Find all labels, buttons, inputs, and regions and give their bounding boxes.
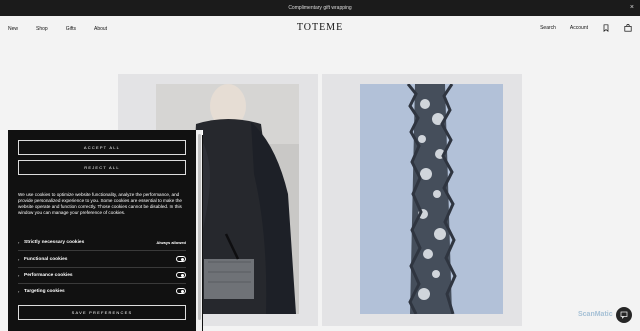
scrollbar-thumb[interactable] — [197, 134, 201, 320]
category-label: Targeting cookies — [24, 288, 65, 294]
category-targeting[interactable]: › Targeting cookies — [18, 285, 186, 297]
bag-icon[interactable] — [624, 24, 632, 32]
bookmark-icon[interactable] — [602, 24, 610, 32]
toggle-knob — [180, 289, 185, 294]
announcement-bar: Complimentary gift wrapping × — [0, 0, 640, 16]
site-header: New Shop Gifts About TOTEME Search Accou… — [0, 16, 640, 42]
chat-icon — [620, 311, 628, 319]
snowy-forest-image — [360, 84, 503, 314]
toggle-knob — [180, 257, 185, 262]
divider — [18, 283, 186, 284]
save-preferences-button[interactable]: SAVE PREFERENCES — [18, 305, 186, 320]
category-label: Functional cookies — [24, 256, 68, 262]
search-link[interactable]: Search — [540, 25, 556, 31]
category-label: Strictly necessary cookies — [24, 239, 85, 245]
always-allowed-label: Always allowed — [156, 239, 186, 245]
performance-toggle[interactable] — [176, 272, 186, 278]
utility-nav: Search Account — [540, 24, 632, 32]
category-strictly-necessary[interactable]: › Strictly necessary cookies Always allo… — [18, 236, 186, 248]
chat-help-button[interactable] — [616, 307, 632, 323]
cookie-description: We use cookies to optimize website funct… — [18, 192, 182, 215]
cookie-scrollbar[interactable] — [196, 130, 202, 331]
hero-panel-right[interactable] — [322, 74, 522, 326]
category-functional[interactable]: › Functional cookies — [18, 253, 186, 265]
divider — [18, 267, 186, 268]
account-link[interactable]: Account — [570, 25, 588, 31]
announcement-close-icon[interactable]: × — [630, 3, 634, 13]
reject-all-button[interactable]: REJECT ALL — [18, 160, 186, 175]
watermark-text: ScanMatic — [578, 311, 613, 318]
announcement-text[interactable]: Complimentary gift wrapping — [288, 5, 351, 11]
divider — [18, 250, 186, 251]
category-label: Performance cookies — [24, 272, 73, 278]
cookie-preferences-dialog: ✕ ACCEPT ALL REJECT ALL We use cookies t… — [8, 130, 203, 331]
accept-all-button[interactable]: ACCEPT ALL — [18, 140, 186, 155]
targeting-toggle[interactable] — [176, 288, 186, 294]
functional-toggle[interactable] — [176, 256, 186, 262]
toggle-knob — [180, 273, 185, 278]
category-performance[interactable]: › Performance cookies — [18, 269, 186, 281]
